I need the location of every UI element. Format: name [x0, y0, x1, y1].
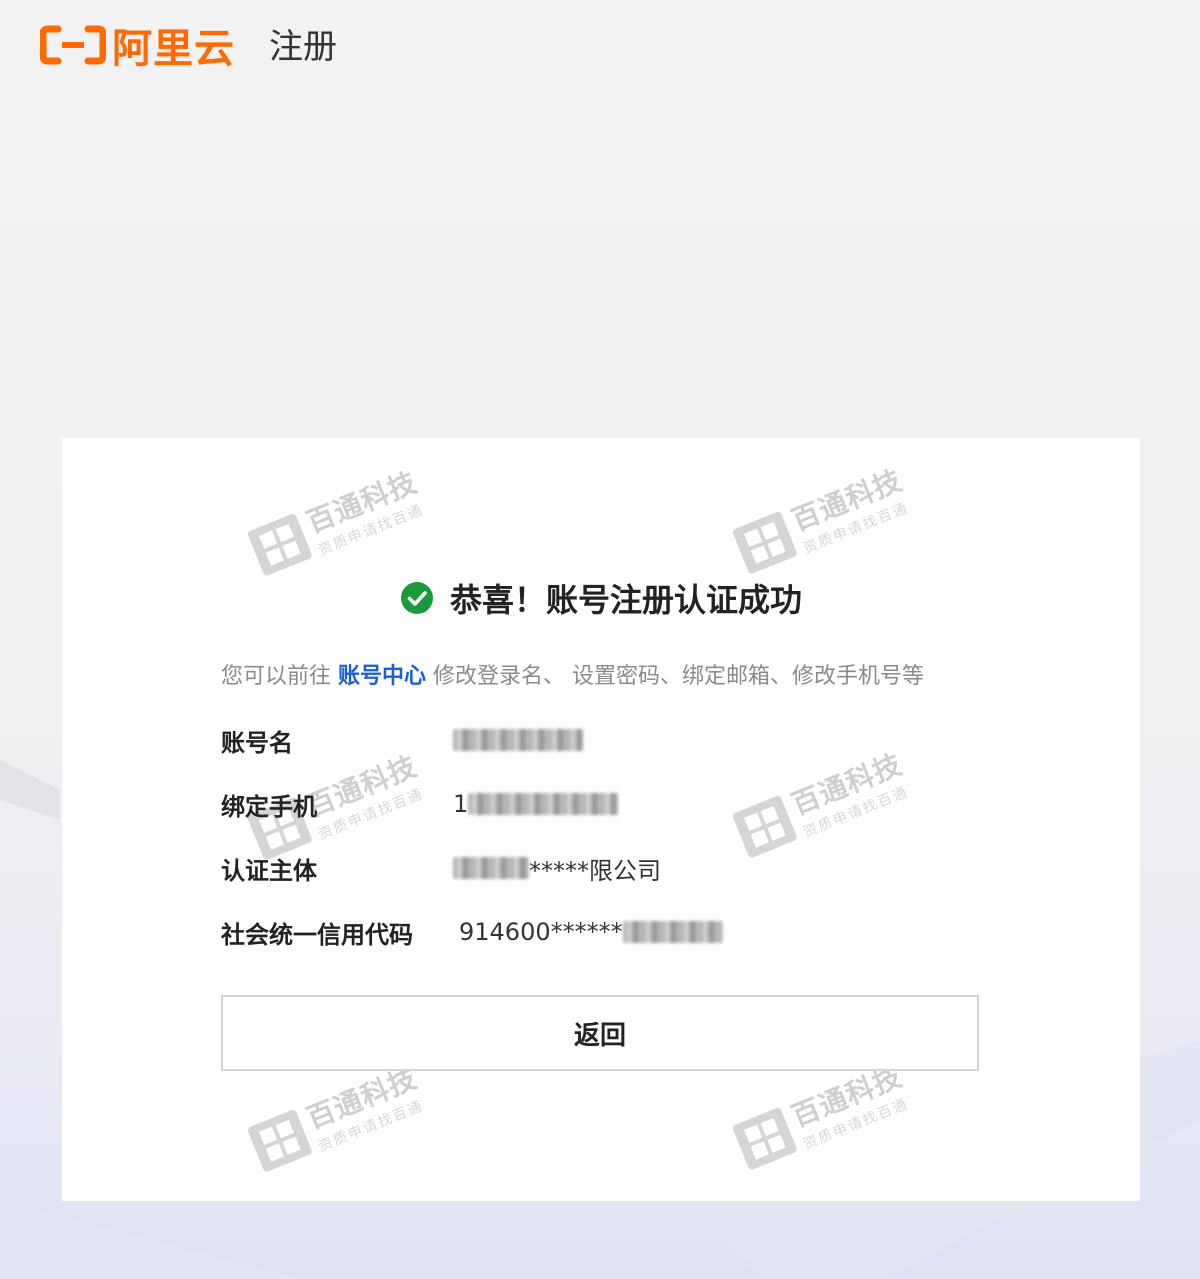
- field-certified-entity: 认证主体 *****限公司: [221, 848, 661, 888]
- watermark-main-text: 百通科技: [786, 463, 907, 538]
- watermark-logo-icon: [732, 795, 797, 858]
- watermark-main-text: 百通科技: [786, 747, 907, 822]
- hint-suffix: 修改登录名、 设置密码、绑定邮箱、修改手机号等: [426, 664, 925, 689]
- logo-text: 阿里云: [112, 26, 235, 72]
- value-prefix: 914600******: [459, 918, 623, 946]
- watermark: 百通科技 资质申请找百通: [241, 1057, 430, 1180]
- value-prefix: 1: [453, 790, 469, 818]
- field-value: *****限公司: [453, 851, 661, 886]
- field-label: 绑定手机: [221, 792, 317, 821]
- watermark-sub-text: 资质申请找百通: [316, 502, 427, 559]
- watermark-logo-icon: [247, 513, 312, 576]
- redacted-value: [453, 729, 583, 751]
- field-account-name: 账号名: [221, 720, 583, 760]
- aliyun-logo[interactable]: 阿里云: [40, 16, 235, 74]
- header: 阿里云 注册: [40, 20, 337, 72]
- watermark-main-text: 百通科技: [301, 465, 422, 540]
- field-value: 1: [453, 790, 619, 818]
- redacted-value: [453, 857, 529, 879]
- hint-prefix: 您可以前往: [221, 664, 338, 689]
- watermark-sub-text: 资质申请找百通: [801, 1096, 912, 1153]
- watermark: 百通科技 资质申请找百通: [241, 461, 430, 584]
- watermark-logo-icon: [732, 1107, 797, 1170]
- success-heading: 恭喜！账号注册认证成功: [62, 575, 1140, 621]
- watermark: 百通科技 资质申请找百通: [726, 743, 915, 866]
- field-value: [453, 729, 583, 751]
- watermark: 百通科技 资质申请找百通: [726, 459, 915, 582]
- watermark-sub-text: 资质申请找百通: [801, 784, 912, 841]
- watermark-sub-text: 资质申请找百通: [316, 1098, 427, 1155]
- value-suffix: *****限公司: [529, 856, 661, 885]
- account-center-hint: 您可以前往 账号中心 修改登录名、 设置密码、绑定邮箱、修改手机号等: [221, 658, 924, 690]
- redacted-value: [468, 793, 619, 815]
- aliyun-logo-icon: [40, 25, 106, 65]
- field-value: 914600******: [459, 918, 723, 946]
- watermark-logo-icon: [247, 1109, 312, 1172]
- field-label: 认证主体: [221, 856, 317, 885]
- field-credit-code: 社会统一信用代码 914600******: [221, 912, 723, 952]
- watermark-logo-icon: [732, 511, 797, 574]
- watermark: 百通科技 资质申请找百通: [726, 1055, 915, 1178]
- success-card: 百通科技 资质申请找百通 百通科技 资质申请找百通 百通科技 资质申请找百通 百…: [62, 438, 1140, 1201]
- field-label: 账号名: [221, 728, 293, 757]
- account-center-link[interactable]: 账号中心: [338, 664, 426, 689]
- success-title: 恭喜！账号注册认证成功: [449, 581, 802, 619]
- field-bound-phone: 绑定手机 1: [221, 784, 619, 824]
- back-button[interactable]: 返回: [221, 995, 979, 1071]
- check-circle-icon: [400, 582, 433, 614]
- redacted-value: [622, 921, 723, 943]
- page-title: 注册: [269, 26, 337, 67]
- field-label: 社会统一信用代码: [221, 920, 413, 949]
- watermark-sub-text: 资质申请找百通: [801, 500, 912, 557]
